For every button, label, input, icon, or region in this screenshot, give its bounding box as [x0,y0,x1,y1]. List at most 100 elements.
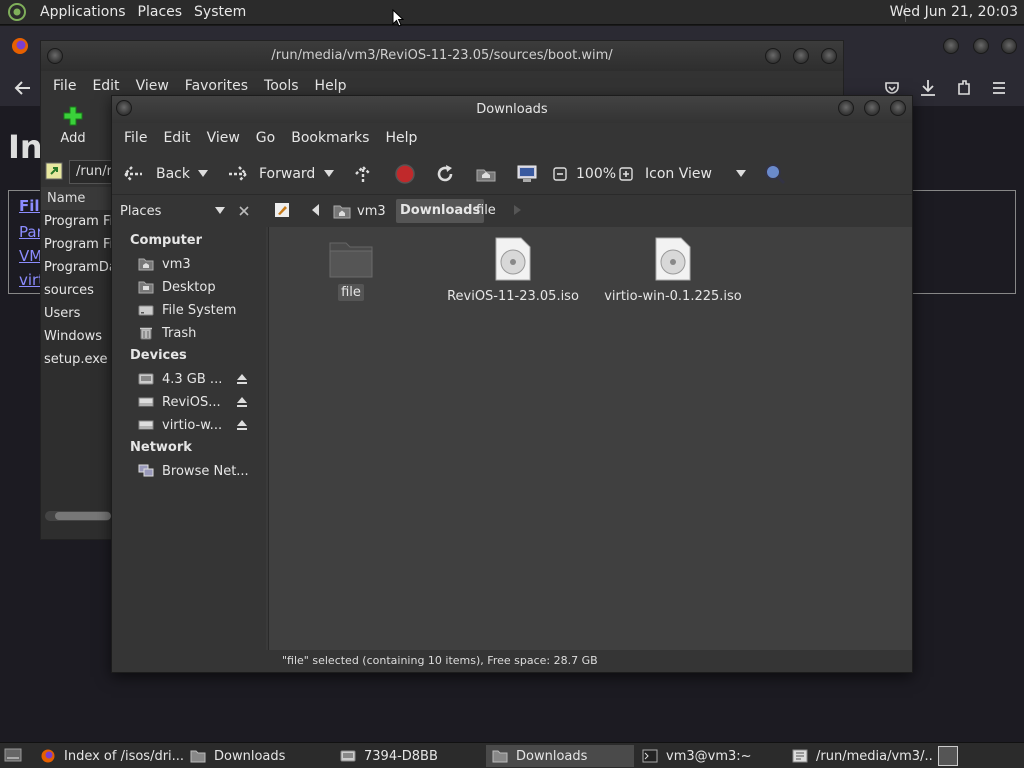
caja-maximize-button[interactable] [864,100,880,116]
add-button[interactable]: Add [55,105,91,146]
reload-icon[interactable] [434,163,456,185]
scrollbar-thumb[interactable] [55,512,111,520]
list-item[interactable]: Users [41,302,113,325]
path-button-vm3[interactable]: vm3 [333,199,386,223]
sidebar-item-vm3[interactable]: vm3 [138,254,191,274]
home-icon[interactable] [475,163,497,185]
caja-menu-view[interactable]: View [199,130,248,146]
list-item[interactable]: Windows [41,325,113,348]
sidebar-item-label: Desktop [162,279,216,295]
close-sidebar-icon[interactable] [238,205,250,217]
task-firefox[interactable]: Index of /isos/dri... [34,745,184,767]
download-icon[interactable] [920,79,936,97]
show-desktop-icon[interactable] [4,747,22,763]
zoom-out-icon[interactable] [553,167,567,181]
edit-location-icon[interactable] [274,202,290,218]
sidebar-item-browse-network[interactable]: Browse Net... [138,461,249,481]
disc-image-icon [495,237,531,281]
ff-minimize-button[interactable] [943,38,959,54]
search-icon[interactable] [763,162,787,186]
clock[interactable]: Wed Jun 21, 20:03 [890,4,1018,20]
menu-applications[interactable]: Applications [34,4,132,20]
eject-icon[interactable] [236,373,248,385]
path-button-file[interactable]: file [476,199,496,223]
pocket-icon[interactable] [884,80,900,96]
list-item[interactable]: setup.exe [41,348,113,371]
caja-menu-button[interactable] [116,100,132,116]
extensions-icon[interactable] [956,79,972,97]
view-mode-chevron-icon[interactable] [736,170,746,178]
up-folder-icon[interactable] [45,162,63,180]
ff-maximize-button[interactable] [973,38,989,54]
computer-icon[interactable] [516,163,538,185]
stop-icon[interactable] [394,163,416,185]
optical-drive-icon [138,420,154,430]
archive-minimize-button[interactable] [765,48,781,64]
archive-menu-favorites[interactable]: Favorites [177,78,256,94]
sidebar-device-revios[interactable]: ReviOS... [138,392,221,412]
archive-menu-edit[interactable]: Edit [84,78,127,94]
archive-menu-button[interactable] [47,48,63,64]
zoom-level[interactable]: 100% [576,162,616,186]
zoom-in-icon[interactable] [619,167,633,181]
column-header-name[interactable]: Name [41,187,113,210]
mate-logo-icon[interactable] [6,1,28,23]
sidebar-header-network: Network [130,440,192,455]
mouse-cursor-icon [392,9,404,27]
forward-button[interactable]: Forward [225,162,315,186]
back-button[interactable]: Back [122,162,190,186]
archive-menu-tools[interactable]: Tools [256,78,307,94]
eject-icon[interactable] [236,396,248,408]
list-item[interactable]: ProgramDa [41,256,113,279]
menu-places[interactable]: Places [132,4,189,20]
archive-menu-file[interactable]: File [45,78,84,94]
sidebar-item-desktop[interactable]: Desktop [138,277,216,297]
sidebar-item-filesystem[interactable]: File System [138,300,236,320]
caja-titlebar[interactable]: Downloads [112,96,912,123]
path-scroll-right-icon[interactable] [514,205,522,215]
archive-titlebar[interactable]: /run/media/vm3/ReviOS-11-23.05/sources/b… [41,41,843,71]
hamburger-menu-icon[interactable] [992,81,1006,95]
list-item[interactable]: sources [41,279,113,302]
menu-system[interactable]: System [188,4,252,20]
sidebar: Computer vm3 Desktop File System Trash D… [112,227,266,650]
path-scroll-left-icon[interactable] [311,204,321,216]
task-archive[interactable]: /run/media/vm3/... [786,745,934,767]
sidebar-selector[interactable]: Places [117,199,229,223]
archive-close-button[interactable] [821,48,837,64]
link-vm[interactable]: VM [19,247,42,265]
caja-menu-file[interactable]: File [116,130,155,146]
back-history-chevron-icon[interactable] [198,170,208,178]
task-downloads-1[interactable]: Downloads [184,745,334,767]
horizontal-scrollbar[interactable] [45,511,111,521]
path-button-downloads[interactable]: Downloads [396,199,485,223]
archive-menu-help[interactable]: Help [307,78,355,94]
caja-menu-help[interactable]: Help [377,130,425,146]
eject-icon[interactable] [236,419,248,431]
caja-menu-bookmarks[interactable]: Bookmarks [283,130,377,146]
sidebar-device-4gb[interactable]: 4.3 GB ... [138,369,222,389]
task-terminal[interactable]: vm3@vm3:~ [636,745,786,767]
task-7394[interactable]: 7394-D8BB [334,745,484,767]
archive-menu-view[interactable]: View [128,78,177,94]
ff-close-button[interactable] [1001,38,1017,54]
archive-maximize-button[interactable] [793,48,809,64]
caja-menu-edit[interactable]: Edit [155,130,198,146]
up-arrow-icon[interactable] [352,163,374,185]
firefox-icon[interactable] [11,37,29,55]
caja-close-button[interactable] [890,100,906,116]
sidebar-item-trash[interactable]: Trash [138,323,196,343]
file-item-virtio-iso[interactable]: virtio-win-0.1.225.iso [599,237,747,304]
task-downloads-2[interactable]: Downloads [486,745,634,767]
file-item-revios-iso[interactable]: ReviOS-11-23.05.iso [439,237,587,304]
back-arrow-icon[interactable] [14,80,32,96]
file-item-folder[interactable]: file [321,237,381,301]
sidebar-device-virtio[interactable]: virtio-w... [138,415,222,435]
list-item[interactable]: Program Fi [41,210,113,233]
list-item[interactable]: Program Fi [41,233,113,256]
forward-history-chevron-icon[interactable] [324,170,334,178]
view-mode-select[interactable]: Icon View [645,162,712,186]
caja-minimize-button[interactable] [838,100,854,116]
caja-menu-go[interactable]: Go [248,130,283,146]
workspace-switcher[interactable] [938,746,958,766]
